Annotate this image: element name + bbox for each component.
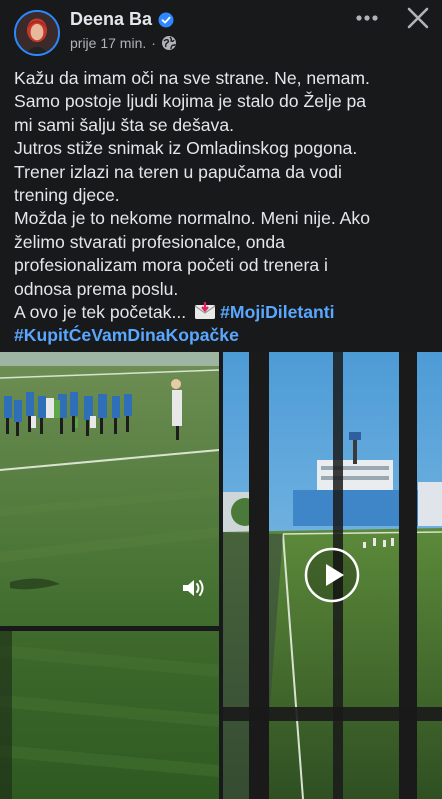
speaker-icon [183, 580, 204, 596]
play-button[interactable] [304, 547, 360, 603]
post-text: Kažu da imam oči na sve strane. Ne, nema… [14, 67, 434, 348]
envelope-arrow-icon [194, 302, 216, 320]
avatar-image [16, 12, 58, 54]
post-line: Jutros stiže snimak iz Omladinskog pogon… [14, 138, 358, 159]
author-name[interactable]: Deena Ba [70, 9, 152, 30]
media-grid [0, 352, 442, 799]
post-line: profesionalizam mora početi od trenera i [14, 255, 328, 276]
post-hashtag-line: #KupitĆeVamDinaKopačke [14, 324, 434, 347]
post-line: mi sami šalju šta se dešava. [14, 114, 235, 135]
post-line: trening djece. [14, 185, 120, 206]
video-thumbnail-pitch[interactable] [0, 631, 219, 799]
hashtag-link[interactable]: #MojiDiletanti [220, 302, 334, 322]
post-last-line: A ovo je tek početak... #MojiDiletanti [14, 301, 434, 324]
more-dots-icon [356, 15, 378, 21]
meta-separator: · [151, 35, 156, 51]
verified-badge-icon [158, 12, 174, 27]
post-line: želimo stvarati profesionalce, onda [14, 231, 285, 252]
post-timestamp[interactable]: prije 17 min. [70, 35, 146, 51]
avatar[interactable] [14, 10, 60, 56]
hashtag-link[interactable]: #KupitĆeVamDinaKopačke [14, 325, 239, 345]
close-icon [407, 7, 429, 29]
post-header: Deena Ba prije 17 min. · [0, 0, 442, 62]
video-frame [0, 631, 219, 799]
sound-toggle-button[interactable] [181, 577, 207, 599]
post-line: Trener izlazi na teren u papučama da vod… [14, 161, 342, 182]
play-icon [304, 547, 360, 603]
post-line-text: A ovo je tek početak... [14, 302, 187, 323]
author-row: Deena Ba [70, 9, 174, 30]
post-meta: prije 17 min. · [70, 35, 177, 51]
post-line: Možda je to nekome normalno. Meni nije. … [14, 208, 370, 229]
post-line: odnosa prema poslu. [14, 278, 179, 299]
post-line: Kažu da imam oči na sve strane. Ne, nema… [14, 68, 370, 88]
close-button[interactable] [404, 5, 432, 31]
post-line: Samo postoje ljudi kojima je stalo do Že… [14, 91, 367, 112]
globe-icon[interactable] [161, 35, 177, 51]
more-options-button[interactable] [352, 6, 382, 30]
